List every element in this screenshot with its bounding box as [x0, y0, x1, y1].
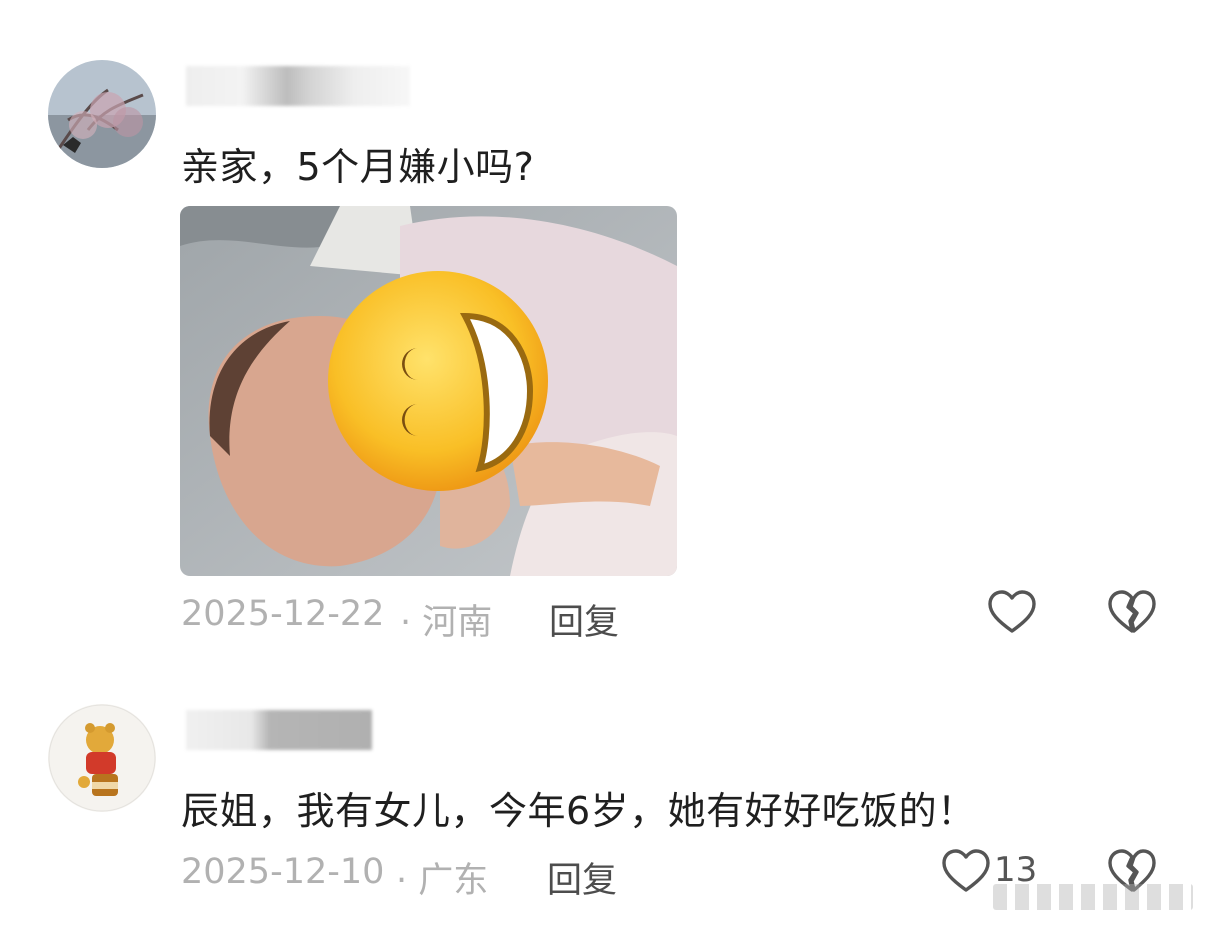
comment-location: · 河南: [400, 603, 493, 643]
username-redacted: [186, 66, 410, 106]
comment-item: 辰姐，我有女儿，今年6岁，她有好好吃饭的！ 2025-12-10 · 广东 回复…: [0, 660, 1205, 926]
comment-location: · 广东: [396, 861, 489, 901]
watermark: [993, 884, 1193, 910]
user-avatar[interactable]: [48, 60, 156, 168]
comment-image[interactable]: [180, 206, 677, 576]
comment-date: 2025-12-22: [181, 594, 385, 634]
broken-heart-icon[interactable]: [1106, 587, 1158, 639]
comment-item: 亲家，5个月嫌小吗? 2025-12-22 · 河南 回复: [0, 0, 1205, 660]
comment-text: 辰姐，我有女儿，今年6岁，她有好好吃饭的！: [181, 789, 976, 833]
reply-button[interactable]: 回复: [549, 594, 619, 645]
comment-text: 亲家，5个月嫌小吗?: [181, 145, 535, 189]
comment-date: 2025-12-10: [181, 852, 385, 892]
username-redacted: [186, 710, 372, 750]
heart-outline-icon[interactable]: [940, 846, 992, 898]
user-avatar[interactable]: [48, 704, 156, 812]
reply-button[interactable]: 回复: [547, 852, 617, 903]
heart-outline-icon[interactable]: [986, 587, 1038, 639]
